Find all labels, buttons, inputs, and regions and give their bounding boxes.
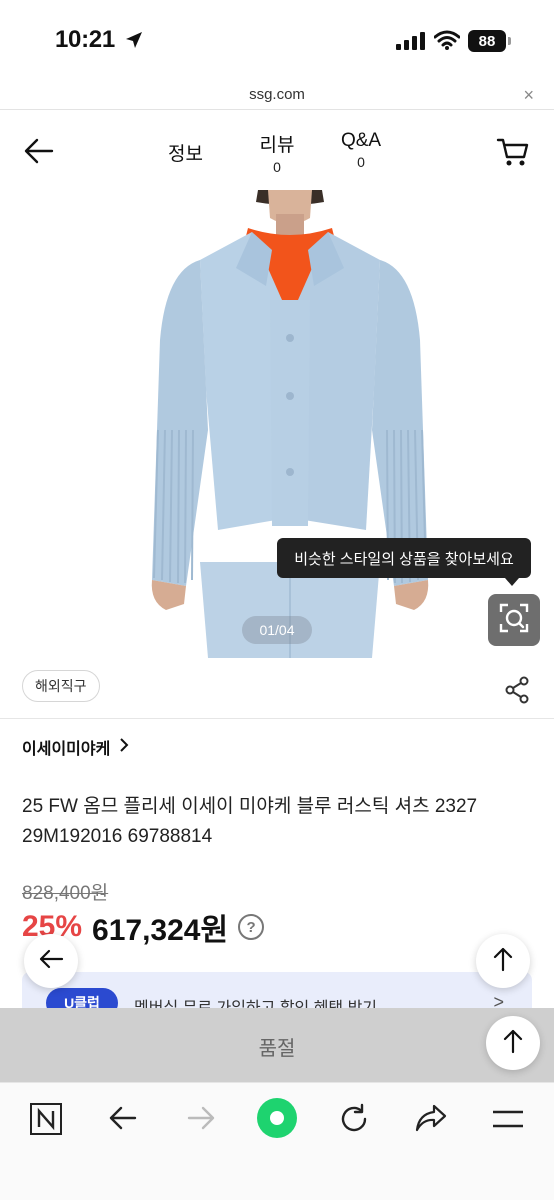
url-domain[interactable]: ssg.com <box>0 86 554 103</box>
close-icon[interactable]: × <box>523 85 534 106</box>
tab-qa-label: Q&A <box>340 130 382 151</box>
share-forward-icon[interactable] <box>414 1103 448 1133</box>
tab-info-label: 정보 <box>168 144 203 165</box>
status-bar: 10:21 88 <box>0 0 554 80</box>
scroll-top-button[interactable] <box>476 934 530 988</box>
arrow-up-icon <box>493 946 513 977</box>
floating-back-button[interactable] <box>24 934 78 988</box>
option-bar[interactable]: 품절 <box>0 1008 554 1082</box>
scroll-top-button-2[interactable] <box>486 1016 540 1070</box>
tab-review-label: 리뷰 <box>259 135 295 156</box>
review-count: 0 <box>273 159 281 175</box>
menu-icon[interactable] <box>492 1109 524 1129</box>
wifi-icon <box>433 30 461 55</box>
cart-icon[interactable] <box>496 136 530 173</box>
visual-search-tooltip: 비슷한 스타일의 상품을 찾아보세요 <box>277 538 531 586</box>
section-divider <box>0 718 554 719</box>
browser-back-icon[interactable] <box>108 1105 138 1131</box>
brand-name: 이세이미야케 <box>22 741 111 758</box>
page-header: 정보 리뷰 0 Q&A 0 <box>0 112 554 190</box>
product-image-gallery[interactable] <box>0 190 554 658</box>
page-indicator: 01/04 <box>242 616 312 644</box>
arrow-up-icon <box>503 1028 523 1059</box>
battery-icon: 88 <box>468 30 511 52</box>
product-title: 25 FW 옴므 플리세 이세이 미야케 블루 러스틱 셔츠 2327 29M1… <box>22 796 478 847</box>
green-home-icon[interactable] <box>256 1097 298 1139</box>
naver-icon[interactable] <box>30 1103 62 1135</box>
qa-count: 0 <box>357 154 365 170</box>
browser-toolbar <box>0 1082 554 1200</box>
coupon-banner[interactable]: U클럽 멤버십 무료 가입하고 할인 혜택 받기 > <box>22 972 532 1012</box>
original-price: 828,400원 <box>22 883 109 904</box>
status-time: 10:21 <box>55 26 115 53</box>
share-icon[interactable] <box>504 676 530 709</box>
location-arrow-icon <box>124 30 144 55</box>
visual-search-button[interactable] <box>488 594 540 646</box>
chevron-right-icon <box>118 737 130 758</box>
visual-search-icon <box>498 602 530 639</box>
tab-info[interactable]: 정보 <box>168 139 203 166</box>
browser-forward-icon[interactable] <box>186 1105 216 1131</box>
refresh-icon[interactable] <box>338 1103 370 1135</box>
sale-price: 617,324원 <box>92 914 229 947</box>
sold-out-label: 품절 <box>258 1038 296 1060</box>
overseas-direct-tag: 해외직구 <box>22 670 100 702</box>
product-photo <box>151 190 429 658</box>
arrow-left-icon <box>38 949 64 974</box>
tab-review[interactable]: 리뷰 0 <box>252 130 302 175</box>
signal-icon <box>396 32 426 55</box>
price-help-icon[interactable]: ? <box>238 914 265 940</box>
tab-qa[interactable]: Q&A 0 <box>336 130 386 170</box>
back-arrow-icon[interactable] <box>22 136 56 171</box>
url-bar[interactable]: ssg.com × <box>0 80 554 110</box>
brand-link[interactable]: 이세이미야케 <box>22 735 130 759</box>
